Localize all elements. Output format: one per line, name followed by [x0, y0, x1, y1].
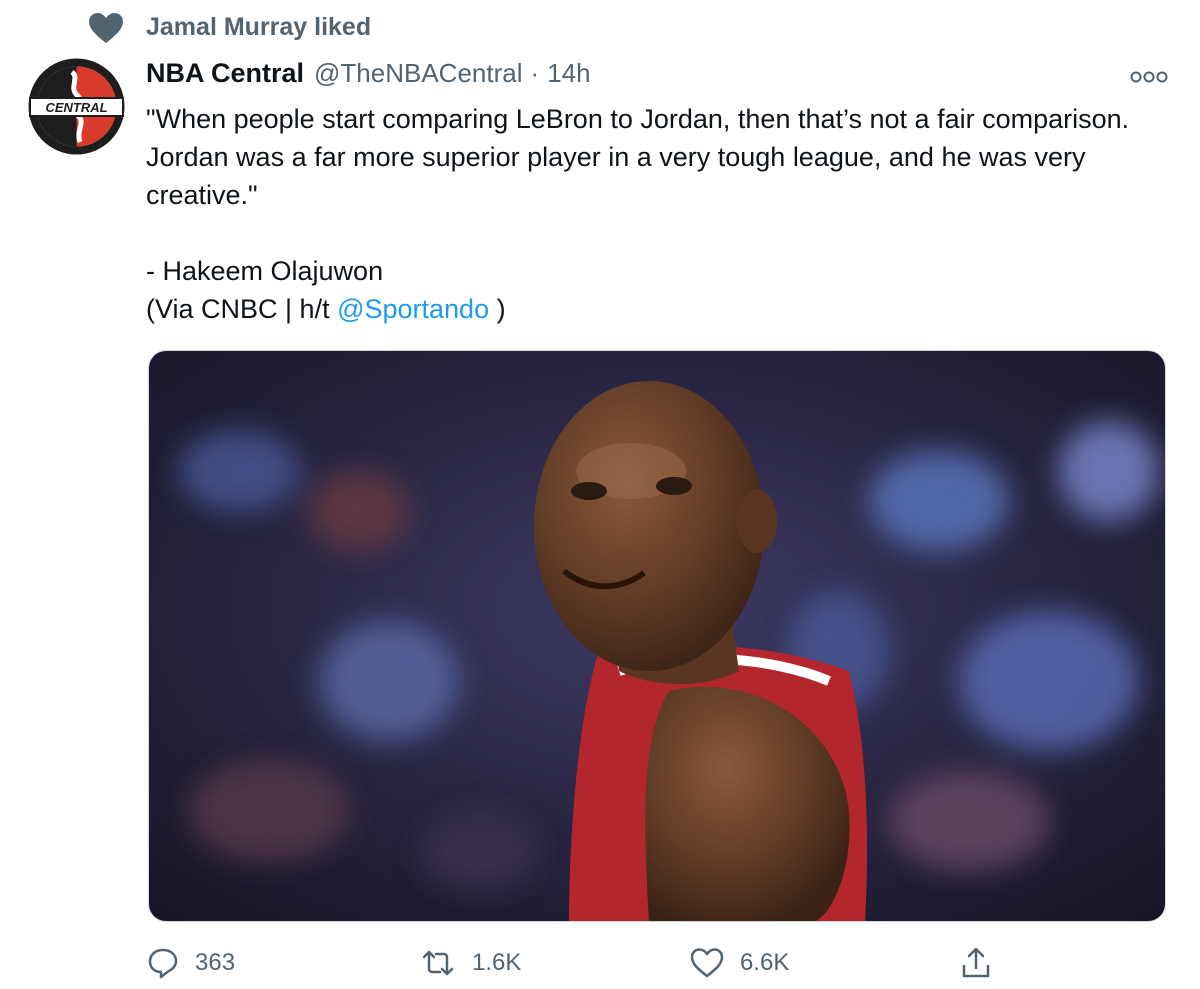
nba-central-logo: CENTRAL [28, 58, 125, 155]
like-heart-icon [690, 948, 724, 978]
tweet-text: "When people start comparing LeBron to J… [146, 100, 1176, 328]
tweet-actions: 363 1.6K 6.6K [0, 938, 1200, 988]
share-icon [962, 947, 990, 978]
avatar-text: CENTRAL [45, 100, 107, 115]
tweet-attribution: - Hakeem Olajuwon [146, 256, 384, 286]
tweet-via: (Via CNBC | h/t @Sportando ) [146, 290, 1176, 328]
like-count: 6.6K [740, 949, 790, 976]
via-suffix: ) [489, 294, 506, 324]
via-prefix: (Via CNBC | h/t [146, 294, 338, 324]
like-button[interactable]: 6.6K [690, 938, 789, 988]
share-button[interactable] [960, 938, 992, 988]
social-context-text: Jamal Murray liked [146, 13, 372, 41]
heart-icon [89, 13, 123, 43]
player-photo [149, 351, 1165, 921]
reply-icon [148, 948, 178, 979]
separator-dot: · [530, 58, 540, 88]
mention-link[interactable]: @Sportando [337, 294, 489, 324]
retweet-count: 1.6K [472, 949, 522, 976]
retweet-icon [422, 950, 454, 976]
tweet-quote: "When people start comparing LeBron to J… [146, 104, 1130, 210]
retweet-button[interactable]: 1.6K [420, 938, 521, 988]
timestamp[interactable]: 14h [547, 58, 590, 89]
display-name[interactable]: NBA Central [146, 58, 304, 89]
handle[interactable]: @TheNBACentral [314, 58, 522, 89]
avatar[interactable]: CENTRAL [28, 58, 125, 155]
more-options-icon[interactable] [1128, 66, 1170, 88]
tweet-header: NBA Central @TheNBACentral · 14h [146, 58, 591, 94]
reply-button[interactable]: 363 [147, 938, 235, 988]
tweet-media[interactable] [148, 350, 1166, 922]
reply-count: 363 [195, 949, 236, 976]
